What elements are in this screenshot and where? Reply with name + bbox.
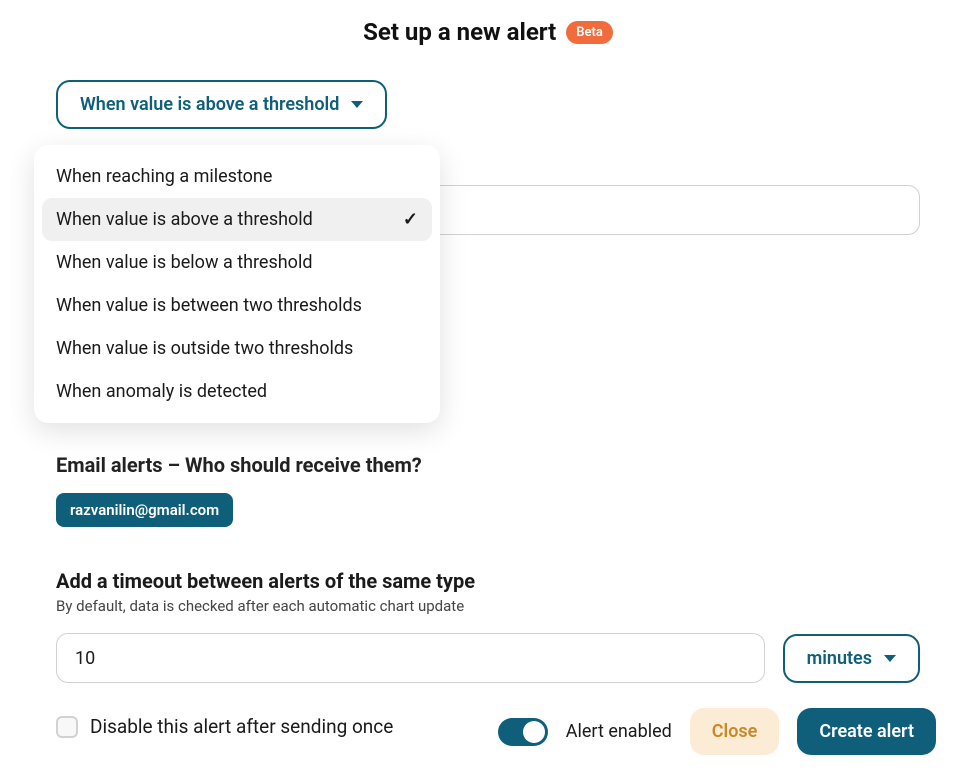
trigger-option-anomaly[interactable]: When anomaly is detected	[42, 370, 432, 413]
close-button[interactable]: Close	[690, 708, 780, 755]
trigger-option-between[interactable]: When value is between two thresholds	[42, 284, 432, 327]
timeout-title: Add a timeout between alerts of the same…	[56, 569, 920, 593]
option-label: When value is between two thresholds	[56, 295, 362, 316]
timeout-subtitle: By default, data is checked after each a…	[56, 597, 920, 615]
trigger-option-above[interactable]: When value is above a threshold ✓	[42, 198, 432, 241]
option-label: When value is above a threshold	[56, 209, 313, 230]
alert-enabled-toggle[interactable]	[498, 718, 548, 746]
option-label: When value is below a threshold	[56, 252, 312, 273]
chevron-down-icon	[884, 655, 896, 662]
trigger-option-milestone[interactable]: When reaching a milestone	[42, 155, 432, 198]
trigger-option-below[interactable]: When value is below a threshold	[42, 241, 432, 284]
alert-enabled-label: Alert enabled	[566, 721, 672, 742]
email-section-header: Email alerts – Who should receive them?	[56, 453, 920, 477]
check-icon: ✓	[403, 209, 418, 230]
timeout-section: Add a timeout between alerts of the same…	[56, 569, 920, 683]
timeout-value-input[interactable]	[56, 633, 765, 683]
option-label: When anomaly is detected	[56, 381, 267, 402]
option-label: When reaching a milestone	[56, 166, 272, 187]
modal-footer: Alert enabled Close Create alert	[498, 708, 936, 755]
page-title: Set up a new alert	[363, 18, 556, 46]
beta-badge: Beta	[566, 21, 613, 44]
email-section: Email alerts – Who should receive them? …	[56, 453, 920, 527]
email-recipient-chip[interactable]: razvanilin@gmail.com	[56, 493, 233, 527]
disable-once-label: Disable this alert after sending once	[90, 715, 393, 738]
trigger-type-dropdown[interactable]: When value is above a threshold	[56, 80, 387, 129]
timeout-unit-label: minutes	[807, 648, 872, 669]
option-label: When value is outside two thresholds	[56, 338, 353, 359]
trigger-option-outside[interactable]: When value is outside two thresholds	[42, 327, 432, 370]
modal-header: Set up a new alert Beta	[56, 18, 920, 46]
trigger-dropdown-panel: When reaching a milestone When value is …	[34, 145, 440, 423]
create-alert-button[interactable]: Create alert	[797, 708, 936, 755]
timeout-unit-dropdown[interactable]: minutes	[783, 634, 920, 683]
trigger-type-label: When value is above a threshold	[80, 94, 339, 115]
chevron-down-icon	[351, 101, 363, 108]
disable-once-checkbox[interactable]	[56, 716, 78, 738]
